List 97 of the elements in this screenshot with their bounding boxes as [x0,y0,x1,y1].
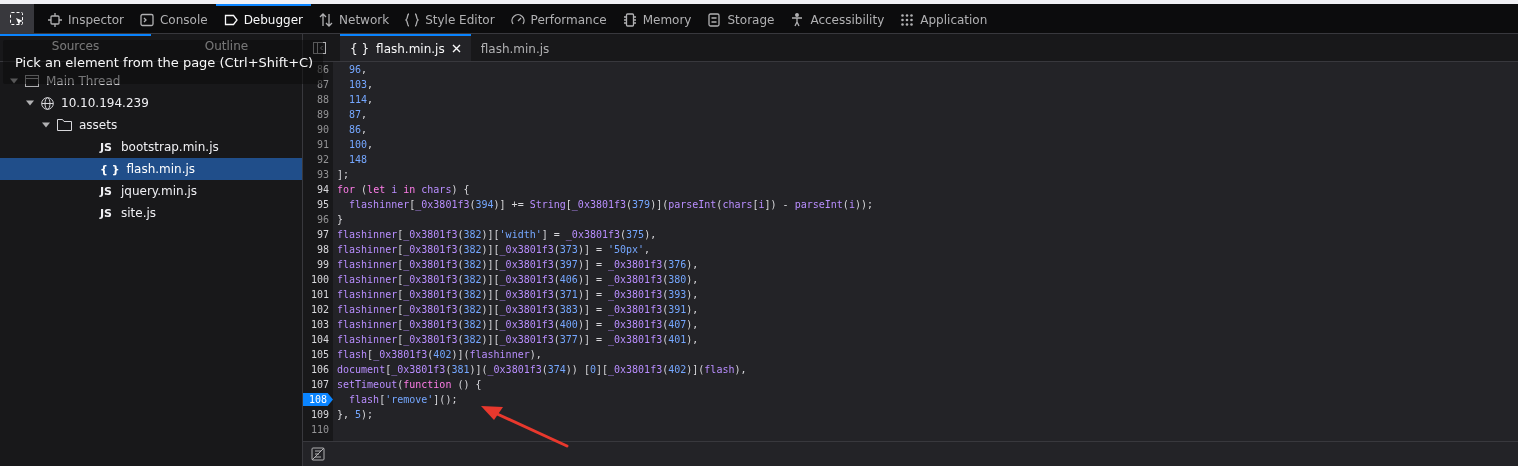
sidebar-tab[interactable]: Sources [0,34,151,55]
braces-icon [405,12,420,27]
line-number: 98 [315,243,330,256]
line-number: 99 [315,258,330,271]
console-icon [140,12,154,27]
code-line: flashinner[_0x3801f3(382)][_0x3801f3(377)] = _0x3801f3(401), [337,334,700,345]
code-line: }, 5); [337,409,375,420]
line-number: 90 [315,123,330,136]
expand-triangle-icon [10,77,18,85]
grid-icon [900,12,915,27]
code-line: for (let i in chars) { [337,184,471,195]
line-number: 96 [315,213,330,226]
close-icon[interactable] [451,44,461,53]
accessibility-icon [790,12,805,27]
tab-title: flash.min.js [376,41,445,56]
window-icon [25,75,39,87]
toolbox-tab[interactable]: Accessibility [782,4,893,33]
line-number: 95 [315,198,330,211]
tree-item[interactable]: JS bootstrap.min.js [0,136,302,158]
line-number: 89 [315,108,330,121]
line-number: 91 [315,138,330,151]
line-number: 109 [309,408,330,421]
tree-item[interactable]: 10.10.194.239 [0,92,302,114]
tree-item[interactable]: { } flash.min.js [0,158,302,180]
code-line: document[_0x3801f3(381)](_0x3801f3(374)) [0][_0x3801f3(402)](flash), [337,364,748,375]
line-number: 94 [315,183,330,196]
tab-title: flash.min.js [480,41,550,56]
code-line: flashinner[_0x3801f3(382)][_0x3801f3(371)] = _0x3801f3(393), [337,289,700,300]
code-line: flash[_0x3801f3(402)](flashinner), [337,349,543,360]
pretty-print-icon[interactable] [311,447,325,461]
tree-item[interactable]: JS jquery.min.js [0,180,302,202]
pointer-icon [9,10,25,27]
line-number: 97 [315,228,330,241]
file-type-label: JS [100,184,113,198]
code-line: flash['remove'](); [348,394,459,405]
code-line: 96, [348,64,369,75]
file-type-label: JS [100,206,113,220]
line-number: 100 [309,273,330,286]
line-number: 93 [315,168,330,181]
line-number: 106 [309,363,330,376]
line-number: 103 [309,318,330,331]
code-line: } [337,214,345,225]
code-line: 100, [348,139,375,150]
chip-icon [622,12,637,27]
tree-item[interactable]: JS site.js [0,202,302,224]
toolbox-tab[interactable]: Storage [699,4,783,33]
line-number: 105 [309,348,330,361]
debugger-icon [223,12,238,27]
expand-triangle-icon [26,99,34,107]
source-tab[interactable]: flash.min.js [470,34,560,61]
globe-icon [41,96,54,110]
file-type-label: JS [100,140,113,154]
tree-item[interactable]: Main Thread [0,70,302,92]
code-line: flashinner[_0x3801f3(382)][_0x3801f3(373)] = '50px', [337,244,652,255]
toolbox-tab[interactable]: Memory [614,4,700,33]
inspector-icon [48,12,62,27]
toolbox-tab[interactable]: Network [311,4,398,33]
code-line: flashinner[_0x3801f3(394)] += String[_0x3801f3(379)](parseInt(chars[i]) - parseInt(i)); [348,199,874,210]
storage-icon [707,12,722,27]
code-line: 86, [348,124,369,135]
breakpoint-marker[interactable]: 108 [303,393,333,406]
code-line: 87, [348,109,369,120]
file-type-label: { } [100,162,120,176]
line-number: 102 [309,303,330,316]
line-number: 110 [309,423,330,436]
pretty-print-label: { } [350,41,370,56]
code-line: setTimeout(function () { [337,379,483,390]
gauge-icon [510,12,525,27]
toolbox-tab[interactable]: Application [892,4,996,33]
code-line: flashinner[_0x3801f3(382)]['width'] = _0x3801f3(375), [337,229,658,240]
line-number: 104 [309,333,330,346]
code-line: flashinner[_0x3801f3(382)][_0x3801f3(383)] = _0x3801f3(391), [337,304,700,315]
code-line: 103, [348,79,375,90]
toolbox-tab[interactable]: Style Editor [397,4,503,33]
code-line: flashinner[_0x3801f3(382)][_0x3801f3(397)] = _0x3801f3(376), [337,259,700,270]
line-number: 88 [315,93,330,106]
folder-icon [57,119,72,131]
code-line: 148 [348,154,369,165]
sidebar-tab[interactable]: Outline [151,34,302,55]
tree-item[interactable]: assets [0,114,302,136]
line-number: 101 [309,288,330,301]
line-number: 92 [315,153,330,166]
code-line: ]; [337,169,351,180]
element-picker-button[interactable] [0,4,34,33]
source-tab[interactable]: { } flash.min.js [340,34,471,61]
expand-triangle-icon [42,121,50,129]
code-line: flashinner[_0x3801f3(382)][_0x3801f3(400)] = _0x3801f3(407), [337,319,700,330]
line-number: 86 [315,63,330,76]
line-number: 107 [309,378,330,391]
code-line: 114, [348,94,375,105]
code-line: flashinner[_0x3801f3(382)][_0x3801f3(406)] = _0x3801f3(380), [337,274,700,285]
line-number: 87 [315,78,330,91]
arrows-icon [319,12,334,27]
toolbox-tab[interactable]: Performance [502,4,615,33]
sidebar-toggle-icon[interactable] [313,41,326,54]
toolbox-tab[interactable]: Console [132,4,216,33]
toolbox-tab[interactable]: Inspector [40,4,132,33]
